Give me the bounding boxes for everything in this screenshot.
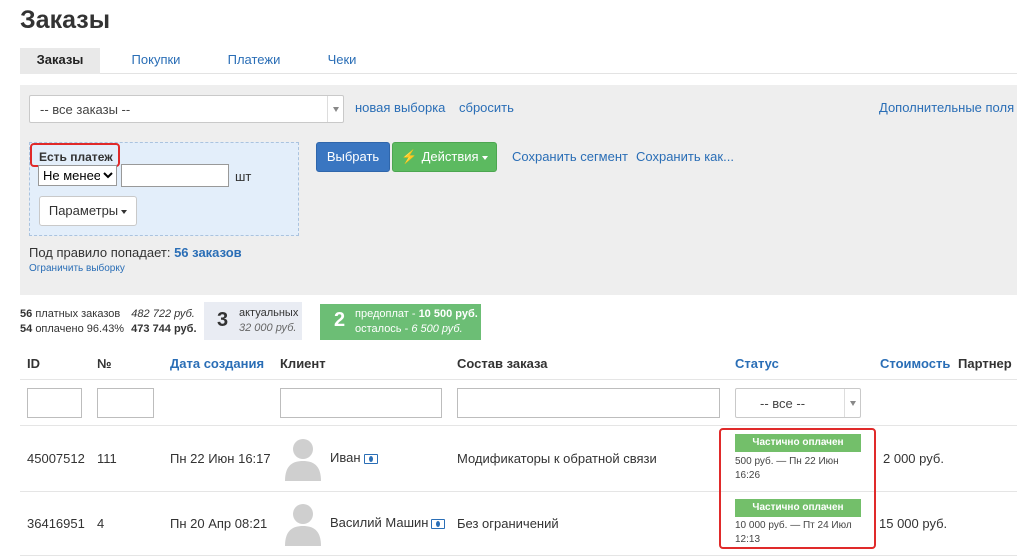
divider: [20, 555, 1017, 556]
actual-sum: 32 000 руб.: [239, 322, 297, 334]
select-button[interactable]: Выбрать: [316, 142, 390, 172]
client-name: Иван: [330, 450, 361, 465]
reset-link[interactable]: сбросить: [459, 100, 514, 115]
new-selection-link[interactable]: новая выборка: [355, 100, 445, 115]
row-created: Пн 22 Июн 16:17: [170, 451, 271, 466]
actions-button-label: Действия: [421, 149, 479, 164]
user-avatar-icon: [285, 504, 321, 546]
id-filter-input[interactable]: [27, 388, 82, 418]
limit-selection-link[interactable]: Ограничить выборку: [29, 263, 125, 274]
summary-paid: 56 платных заказов 482 722 руб. 54 оплач…: [20, 307, 197, 337]
tab-payments[interactable]: Платежи: [214, 48, 294, 74]
save-as-link[interactable]: Сохранить как...: [636, 149, 734, 164]
extra-fields-link[interactable]: Дополнительные поля: [879, 100, 1014, 115]
params-button[interactable]: Параметры: [39, 196, 137, 226]
tab-purchases[interactable]: Покупки: [116, 48, 196, 74]
row-id: 45007512: [27, 451, 85, 466]
header-created[interactable]: Дата создания: [170, 356, 264, 371]
header-client: Клиент: [280, 356, 326, 371]
prepay-line: предоплат - 10 500 руб.: [355, 308, 478, 320]
comparator-select[interactable]: Не менее Не более Равно: [38, 165, 117, 186]
caret-down-icon: [121, 209, 128, 214]
money-icon: [431, 518, 446, 529]
row-created: Пн 20 Апр 08:21: [170, 516, 268, 531]
params-button-label: Параметры: [48, 203, 119, 218]
rule-title: Есть платеж: [39, 150, 113, 164]
user-avatar-icon: [285, 439, 321, 481]
composition-filter-input[interactable]: [457, 388, 720, 418]
client-filter-input[interactable]: [280, 388, 442, 418]
paid-count: 56: [20, 308, 33, 320]
divider: [20, 425, 1017, 426]
remaining-label: осталось -: [355, 323, 409, 335]
divider: [20, 379, 1017, 380]
actual-label: актуальных: [239, 307, 299, 319]
tabs-bar: Заказы Покупки Платежи Чеки: [20, 48, 1017, 74]
paid-sum: 482 722 руб.: [131, 308, 195, 320]
actions-button[interactable]: ⚡ Действия: [392, 142, 497, 172]
status-filter-select[interactable]: -- все --: [735, 388, 861, 418]
rule-match-prefix: Под правило попадает:: [29, 245, 171, 260]
page-title: Заказы: [20, 6, 111, 34]
header-cost[interactable]: Стоимость: [880, 356, 950, 371]
orders-select[interactable]: -- все заказы --: [29, 95, 344, 123]
rule-match-count[interactable]: 56 заказов: [174, 245, 242, 260]
paid-label: платных заказов: [35, 308, 121, 320]
chevron-down-icon: [844, 389, 860, 417]
rule-match-text: Под правило попадает: 56 заказов: [29, 245, 242, 260]
row-cost: 15 000 руб.: [879, 516, 948, 531]
header-status[interactable]: Статус: [735, 356, 779, 371]
header-id: ID: [27, 356, 40, 371]
actual-orders-card[interactable]: 3 актуальных 32 000 руб.: [204, 302, 302, 340]
num-filter-input[interactable]: [97, 388, 154, 418]
quantity-input[interactable]: [121, 164, 229, 187]
row-id: 36416951: [27, 516, 85, 531]
header-partner: Партнер: [958, 356, 1012, 371]
client-link[interactable]: Иван: [330, 450, 378, 465]
money-icon: [363, 453, 378, 464]
header-composition: Состав заказа: [457, 356, 548, 371]
lightning-icon: ⚡: [401, 149, 418, 164]
orders-select-value: -- все заказы --: [40, 102, 131, 117]
paid2-count: 54: [20, 323, 33, 335]
status-filter-value: -- все --: [760, 396, 806, 411]
client-name: Василий Машин: [330, 515, 429, 530]
paid2-sum: 473 744 руб.: [131, 323, 197, 335]
chevron-down-icon: [327, 96, 343, 122]
tab-receipts[interactable]: Чеки: [302, 48, 382, 74]
status-highlight: [719, 428, 876, 549]
select-button-label: Выбрать: [326, 149, 380, 164]
paid2-label: оплачено 96.43%: [35, 323, 125, 335]
prepay-label: предоплат -: [355, 308, 416, 320]
order-composition-link[interactable]: Без ограничений: [457, 516, 559, 531]
save-segment-link[interactable]: Сохранить сегмент: [512, 149, 628, 164]
remaining-sum: 6 500 руб.: [411, 323, 463, 335]
unit-label: шт: [235, 169, 252, 184]
prepay-card[interactable]: 2 предоплат - 10 500 руб. осталось - 6 5…: [320, 304, 481, 340]
actual-count: 3: [217, 309, 229, 331]
order-composition-link[interactable]: Модификаторы к обратной связи: [457, 451, 657, 466]
tab-orders[interactable]: Заказы: [20, 48, 100, 74]
remaining-line: осталось - 6 500 руб.: [355, 323, 463, 335]
row-num-link[interactable]: 4: [97, 516, 104, 531]
row-num-link[interactable]: 111: [97, 451, 117, 466]
prepay-sum: 10 500 руб.: [418, 308, 478, 320]
header-num: №: [97, 356, 112, 371]
caret-down-icon: [481, 155, 488, 160]
prepay-count: 2: [334, 309, 346, 331]
row-cost: 2 000 руб.: [883, 451, 944, 466]
client-link[interactable]: Василий Машин: [330, 515, 446, 530]
